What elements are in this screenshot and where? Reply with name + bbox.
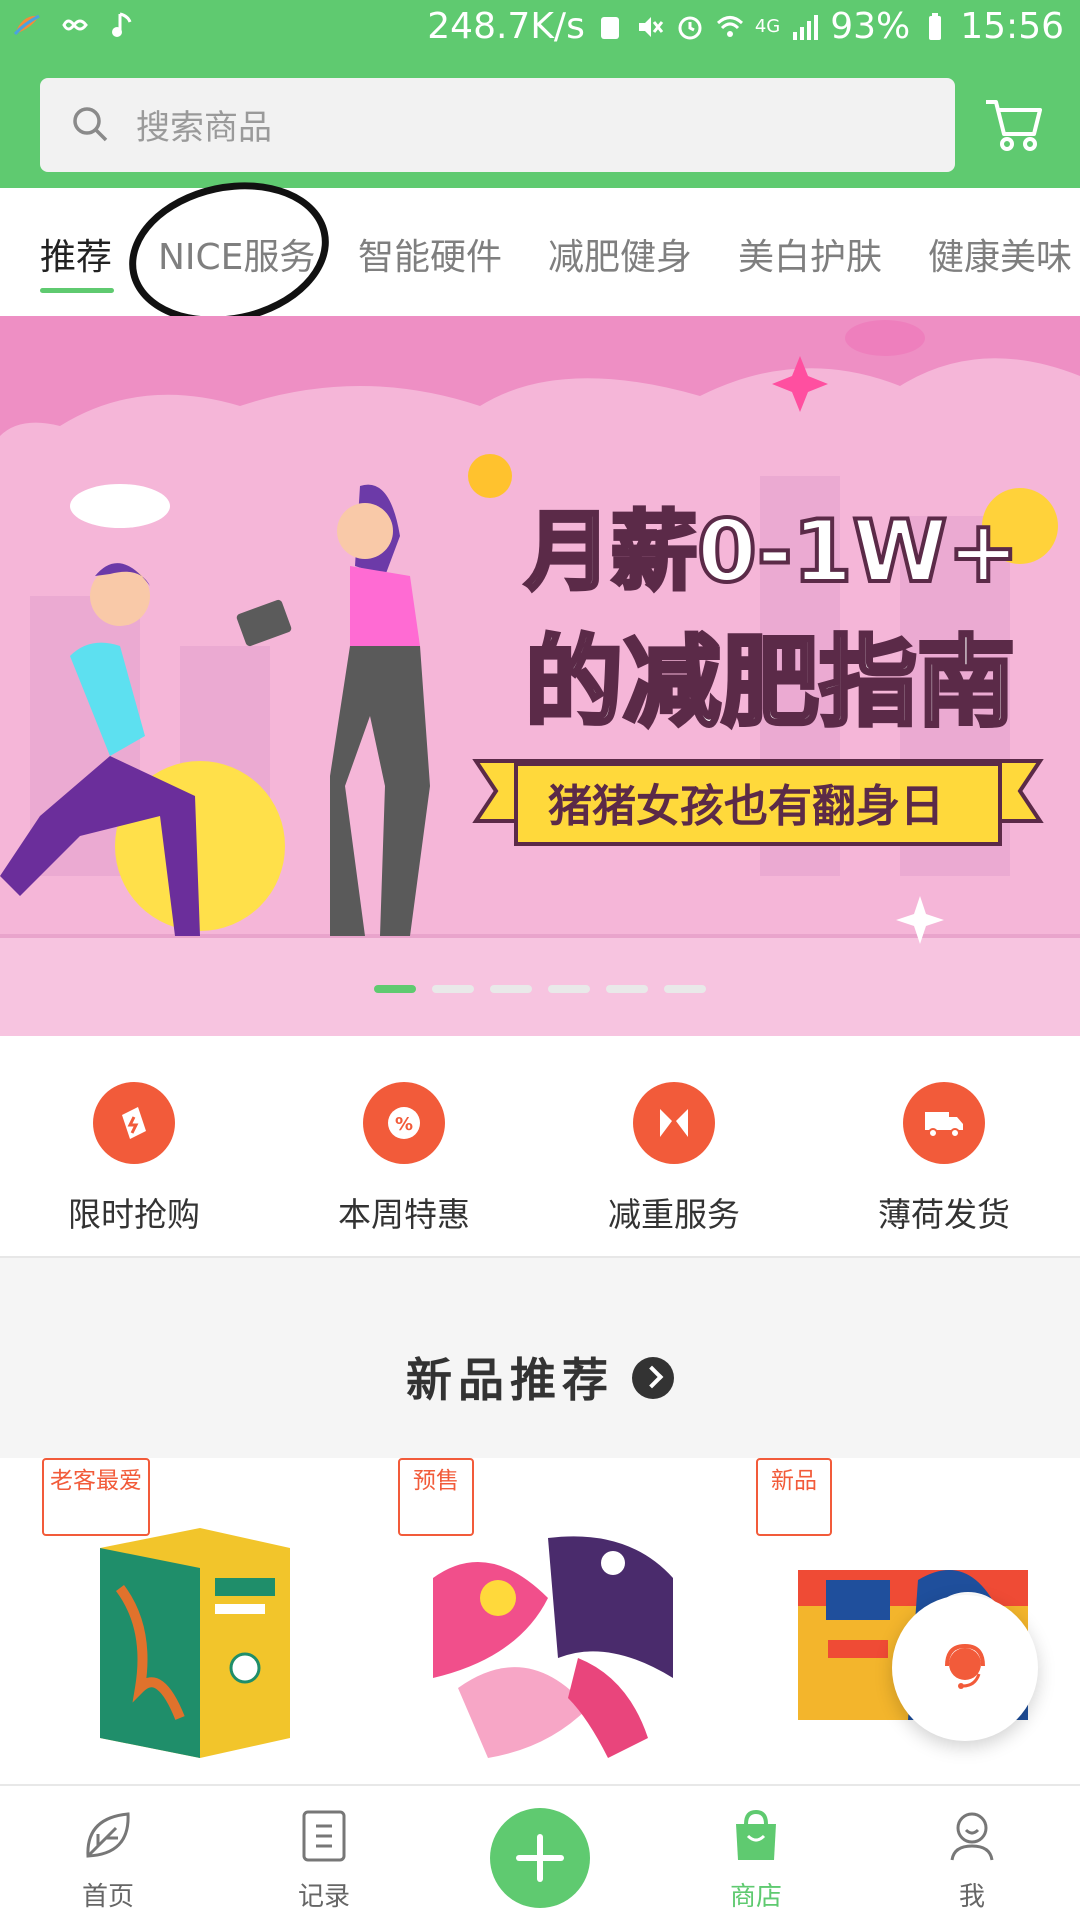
- clock: 15:56: [960, 6, 1064, 47]
- pagination-dot[interactable]: [606, 985, 648, 993]
- product-image-nutrition-box: [100, 1528, 290, 1758]
- quick-label: 减重服务: [608, 1195, 740, 1234]
- quick-label: 本周特惠: [338, 1195, 470, 1234]
- section-title-text: 新品推荐: [406, 1353, 614, 1407]
- product-badge: 预售: [398, 1458, 474, 1536]
- battery-percent: 93%: [830, 6, 911, 47]
- banner-ribbon-text: 猪猪女孩也有翻身日: [548, 781, 944, 832]
- nav-label: 记录: [297, 1882, 350, 1912]
- pagination-dot[interactable]: [432, 985, 474, 993]
- banner-headline-2: 的减肥指南: [525, 626, 1015, 740]
- bottom-nav: 首页 记录 商店 我: [0, 1784, 1080, 1920]
- customer-service-icon: [945, 1643, 985, 1689]
- tab-smart-hardware[interactable]: 智能硬件: [358, 228, 502, 280]
- quick-mint-delivery[interactable]: 薄荷发货: [844, 1082, 1044, 1236]
- quick-label: 薄荷发货: [878, 1195, 1010, 1234]
- wifi-icon: [716, 15, 743, 37]
- product-card[interactable]: 老客最爱: [40, 1458, 360, 1784]
- svg-text:%: %: [395, 1114, 413, 1135]
- customer-service-button[interactable]: [892, 1595, 1038, 1741]
- arrow-right-icon[interactable]: [632, 1356, 674, 1399]
- network-type: 4G: [754, 16, 781, 37]
- quick-actions: 限时抢购 % 本周特惠 减重服务 薄荷发货: [0, 1036, 1080, 1258]
- status-bar: 248.7K/s 4G 93% 15:56: [0, 0, 1080, 64]
- section-title: 新品推荐: [0, 1344, 1080, 1410]
- notepad-icon: [302, 1810, 346, 1862]
- product-image-flamingo-scale: [433, 1523, 673, 1763]
- search-bar[interactable]: 搜索商品: [40, 78, 955, 172]
- profile-icon: [950, 1812, 994, 1861]
- promo-banner[interactable]: 月薪0-1W+ 的减肥指南 猪猪女孩也有翻身日: [0, 316, 1080, 1036]
- nav-label: 我: [958, 1882, 985, 1912]
- product-badge: 老客最爱: [42, 1458, 150, 1536]
- pagination-dot[interactable]: [374, 985, 416, 993]
- mute-icon: [638, 16, 663, 37]
- infinity-icon: [62, 19, 88, 31]
- pagination-dot[interactable]: [548, 985, 590, 993]
- quick-label: 限时抢购: [68, 1195, 200, 1234]
- leaf-icon: [86, 1812, 130, 1858]
- quick-flash-sale[interactable]: 限时抢购: [34, 1082, 234, 1236]
- tab-recommend[interactable]: 推荐: [40, 228, 112, 280]
- banner-pagination: [374, 985, 706, 993]
- service-icon: [633, 1082, 715, 1164]
- banner-headline-1: 月薪0-1W+: [525, 502, 1019, 602]
- battery-icon: [929, 12, 942, 40]
- product-card[interactable]: 预售: [398, 1458, 718, 1784]
- pagination-dot[interactable]: [664, 985, 706, 993]
- quick-weight-service[interactable]: 减重服务: [574, 1082, 774, 1236]
- search-placeholder: 搜索商品: [136, 108, 272, 148]
- new-products-header[interactable]: 新品推荐: [0, 1258, 1080, 1458]
- cart-icon[interactable]: [982, 92, 1046, 156]
- truck-icon: [903, 1082, 985, 1164]
- tab-weight-loss[interactable]: 减肥健身: [548, 228, 692, 280]
- music-note-icon: [112, 12, 132, 37]
- network-speed: 248.7K/s: [427, 6, 585, 47]
- tab-healthy-food[interactable]: 健康美味: [928, 228, 1072, 280]
- flash-sale-icon: [93, 1082, 175, 1164]
- search-icon: [73, 107, 108, 142]
- percent-icon: %: [363, 1082, 445, 1164]
- shopping-bag-icon: [736, 1809, 776, 1860]
- pagination-dot[interactable]: [490, 985, 532, 993]
- nav-label: 商店: [729, 1882, 782, 1912]
- app-header: 248.7K/s 4G 93% 15:56 搜索商品: [0, 0, 1080, 188]
- app-icon: [13, 14, 40, 36]
- nav-shop[interactable]: 商店: [696, 1806, 816, 1913]
- alarm-icon: [678, 16, 702, 39]
- signal-icon: [793, 14, 819, 40]
- battery-saver-icon: [600, 16, 619, 39]
- active-tab-indicator: [40, 288, 114, 293]
- banner-illustration: 月薪0-1W+ 的减肥指南 猪猪女孩也有翻身日: [0, 316, 1080, 1036]
- add-record-button[interactable]: [490, 1808, 590, 1908]
- nav-me[interactable]: 我: [912, 1806, 1032, 1913]
- tab-skincare[interactable]: 美白护肤: [738, 228, 882, 280]
- product-badge: 新品: [756, 1458, 832, 1536]
- nav-home[interactable]: 首页: [48, 1806, 168, 1913]
- shop-page: 248.7K/s 4G 93% 15:56 搜索商品 推荐 NICE服务 智能硬…: [0, 0, 1080, 1920]
- nav-record[interactable]: 记录: [264, 1806, 384, 1913]
- quick-weekly-deal[interactable]: % 本周特惠: [304, 1082, 504, 1236]
- nav-label: 首页: [81, 1882, 134, 1912]
